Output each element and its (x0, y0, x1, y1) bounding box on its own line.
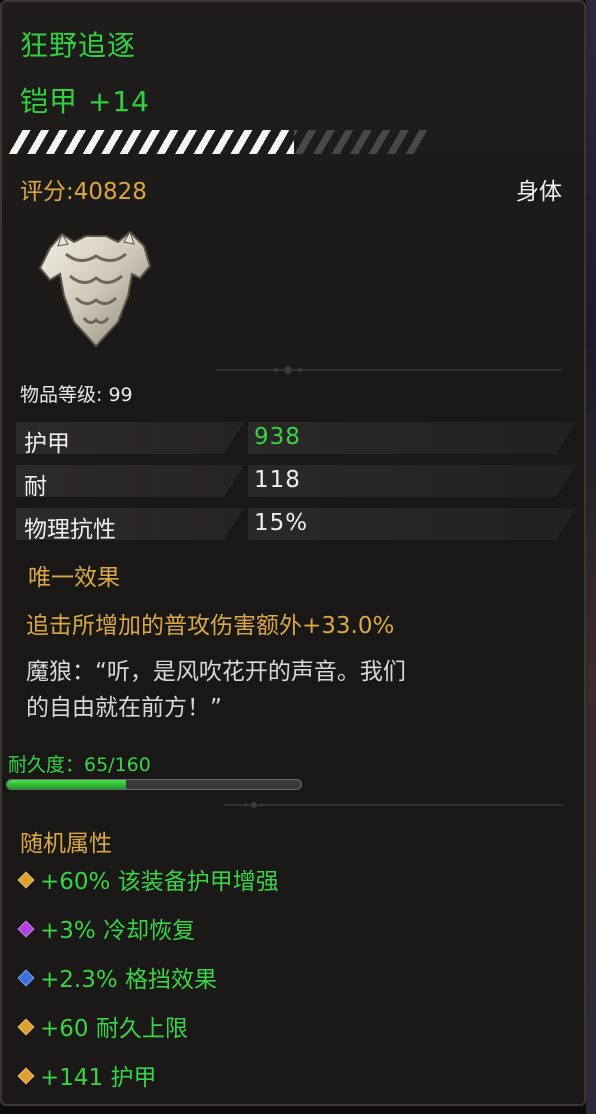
section-divider (224, 802, 564, 808)
diamond-gem-icon (17, 871, 35, 889)
random-attribute-text: +141 护甲 (40, 1065, 157, 1091)
stat-value: 15% (254, 510, 309, 536)
random-attribute-text: +3% 冷却恢复 (40, 918, 196, 944)
stat-row-endurance: 耐 118 (16, 465, 576, 500)
random-attributes-title: 随机属性 (20, 831, 112, 857)
random-attribute-text: +60% 该装备护甲增强 (40, 869, 279, 895)
item-level: 物品等级: 99 (20, 384, 133, 406)
background-scenery (586, 0, 596, 1114)
durability-label: 耐久度：65/160 (8, 754, 151, 776)
item-name: 狂野追逐 (20, 29, 137, 62)
upgrade-progress-bar (2, 130, 432, 154)
stat-value: 118 (254, 467, 301, 493)
item-tooltip-panel: 狂野追逐 铠甲 +14 评分:40828 身体 物品等级: 99 护甲 938 … (0, 0, 586, 1106)
item-score: 评分:40828 (20, 179, 147, 205)
unique-effect-description: 追击所增加的普攻伤害额外+33.0% (26, 613, 395, 639)
stat-value: 938 (254, 424, 301, 450)
diamond-gem-icon (17, 1018, 35, 1036)
stat-label: 护甲 (24, 431, 70, 457)
durability-bar-fill (7, 780, 127, 789)
stat-row-physical-resist: 物理抗性 15% (16, 508, 576, 543)
flavor-text: 魔狼：“听，是风吹花开的声音。我们 的自由就在前方！” (26, 654, 576, 726)
random-attribute-text: +2.3% 格挡效果 (40, 967, 218, 993)
upgrade-progress-empty (294, 130, 432, 154)
stat-label: 耐 (24, 474, 47, 500)
stat-label: 物理抗性 (24, 517, 116, 543)
diamond-gem-icon (17, 1067, 35, 1085)
durability-bar (6, 779, 302, 790)
stat-row-armor: 护甲 938 (16, 422, 576, 457)
upgrade-progress-fill (2, 130, 294, 154)
equip-slot: 身体 (516, 179, 562, 205)
flavor-text-line: 魔狼：“听，是风吹花开的声音。我们 (26, 659, 406, 685)
chest-armor-icon (38, 230, 152, 348)
item-type-enhance: 铠甲 +14 (20, 85, 150, 118)
stat-label-bg (16, 465, 244, 497)
diamond-gem-icon (17, 969, 35, 987)
section-divider (216, 366, 562, 374)
diamond-gem-icon (17, 920, 35, 938)
flavor-text-line: 的自由就在前方！” (26, 695, 222, 721)
random-attribute-text: +60 耐久上限 (40, 1016, 188, 1042)
unique-effect-title: 唯一效果 (28, 565, 120, 591)
